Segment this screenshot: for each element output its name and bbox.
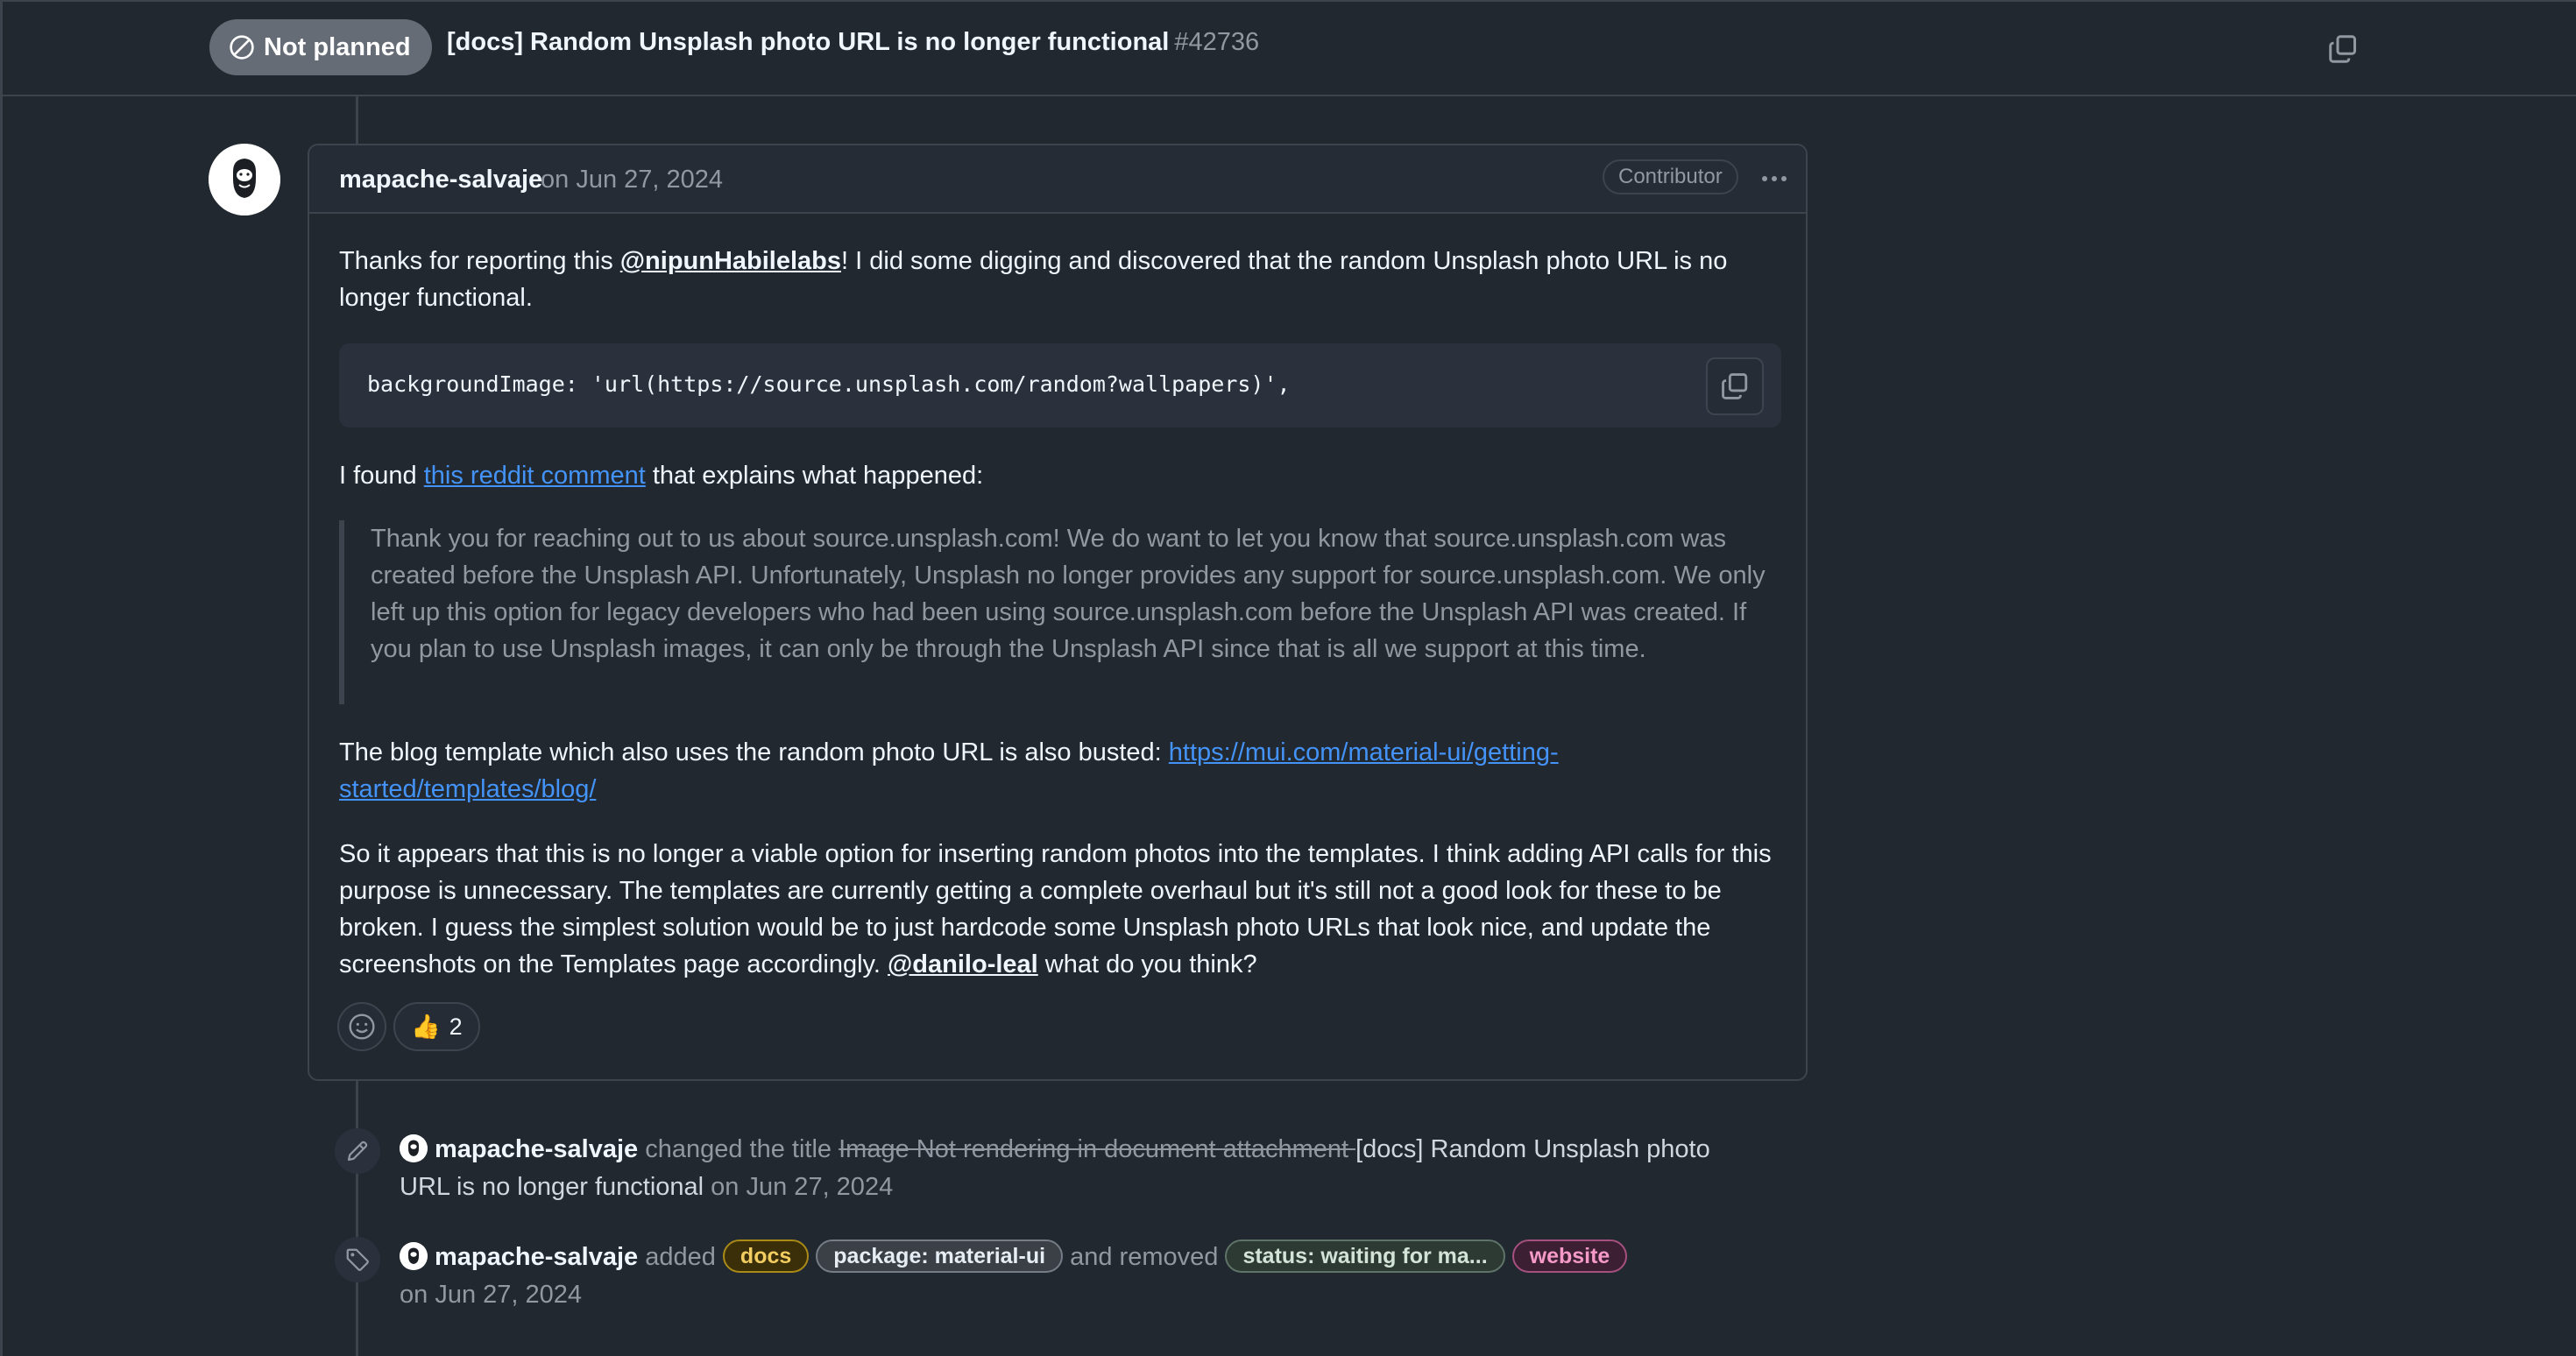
paragraph-text: that explains what happened: (645, 462, 984, 490)
added-labels: docs package: material-ui (722, 1239, 1064, 1273)
code-block: backgroundImage: 'url(https://source.uns… (339, 343, 1781, 427)
contributor-badge: Contributor (1603, 159, 1738, 194)
comment-paragraph: The blog template which also uses the ra… (339, 734, 1785, 808)
thumbs-up-reaction-button[interactable]: 👍 2 (393, 1002, 480, 1051)
pencil-icon (347, 1141, 368, 1162)
blockquote-text: Thank you for reaching out to us about s… (371, 525, 1766, 663)
comment-paragraph: So it appears that this is no longer a v… (339, 836, 1785, 983)
sticky-issue-header: Not planned [docs] Random Unsplash photo… (3, 0, 2576, 96)
comment-author-link[interactable]: mapache-salvaje (339, 166, 542, 194)
timeline-line (356, 96, 358, 144)
event-author-avatar[interactable] (400, 1134, 428, 1162)
timeline-line (356, 1081, 358, 1356)
label-website[interactable]: website (1511, 1239, 1628, 1273)
comment-options-button[interactable] (1757, 163, 1792, 194)
bearded-face-icon (400, 1242, 428, 1270)
paragraph-text: The blog template which also uses the ra… (339, 738, 1169, 766)
event-timestamp[interactable]: on Jun 27, 2024 (400, 1281, 582, 1309)
event-timestamp[interactable]: on Jun 27, 2024 (704, 1173, 893, 1201)
window-left-border (0, 0, 3, 1356)
bearded-face-icon (400, 1134, 428, 1162)
comment-timestamp[interactable]: on Jun 27, 2024 (541, 166, 723, 194)
comment-header: mapache-salvaje on Jun 27, 2024 Contribu… (309, 145, 1806, 214)
issue-comment: mapache-salvaje on Jun 27, 2024 Contribu… (308, 144, 1808, 1081)
thumbs-up-icon: 👍 (411, 1013, 441, 1040)
removed-labels: status: waiting for ma... website (1225, 1239, 1628, 1273)
kebab-dot (1762, 176, 1767, 181)
smiley-icon (349, 1013, 375, 1040)
event-action-text: changed the title (638, 1135, 839, 1163)
comment-paragraph: Thanks for reporting this @nipunHabilela… (339, 243, 1785, 316)
label-docs[interactable]: docs (722, 1239, 810, 1273)
copy-icon (1722, 373, 1748, 399)
issue-title-text: [docs] Random Unsplash photo URL is no l… (447, 28, 1170, 56)
code-text: backgroundImage: 'url(https://source.uns… (367, 371, 1291, 397)
issue-title: [docs] Random Unsplash photo URL is no l… (447, 28, 1259, 57)
event-author-avatar[interactable] (400, 1242, 428, 1270)
reaction-count: 2 (449, 1013, 463, 1040)
reddit-comment-link[interactable]: this reddit comment (424, 462, 646, 490)
paragraph-text: Thanks for reporting this (339, 247, 620, 275)
comment-paragraph: I found this reddit comment that explain… (339, 457, 1785, 494)
label-status-waiting-for-ma[interactable]: status: waiting for ma... (1225, 1239, 1505, 1273)
label-event-icon-wrapper (335, 1237, 380, 1282)
tag-icon (346, 1248, 369, 1271)
rename-event: mapache-salvaje changed the title Image … (400, 1131, 1766, 1206)
copy-link-button[interactable] (2327, 33, 2359, 65)
old-title: Image Not rendering in document attachme… (839, 1135, 1356, 1163)
kebab-dot (1772, 176, 1777, 181)
user-mention[interactable]: @nipunHabilelabs (620, 247, 841, 275)
issue-number: #42736 (1174, 28, 1260, 56)
skip-icon (230, 35, 254, 60)
event-action-text: added (638, 1243, 723, 1271)
event-author-link[interactable]: mapache-salvaje (435, 1135, 638, 1163)
event-action-text: and removed (1063, 1243, 1226, 1271)
rename-event-icon-wrapper (335, 1128, 380, 1174)
event-author-link[interactable]: mapache-salvaje (435, 1243, 638, 1271)
user-mention[interactable]: @danilo-leal (888, 950, 1038, 978)
label-event: mapache-salvaje added docs package: mater… (400, 1239, 1766, 1314)
author-avatar[interactable] (209, 144, 280, 215)
copy-code-button[interactable] (1706, 357, 1764, 415)
issue-state-badge: Not planned (209, 19, 432, 75)
add-reaction-button[interactable] (337, 1002, 386, 1051)
paragraph-text: what do you think? (1037, 950, 1257, 978)
bearded-face-icon (209, 144, 280, 215)
blockquote: Thank you for reaching out to us about s… (339, 520, 1785, 704)
issue-state-label: Not planned (264, 32, 411, 61)
kebab-dot (1781, 176, 1787, 181)
copy-icon (2329, 35, 2356, 63)
label-package-material-ui[interactable]: package: material-ui (816, 1239, 1064, 1273)
paragraph-text: I found (339, 462, 424, 490)
